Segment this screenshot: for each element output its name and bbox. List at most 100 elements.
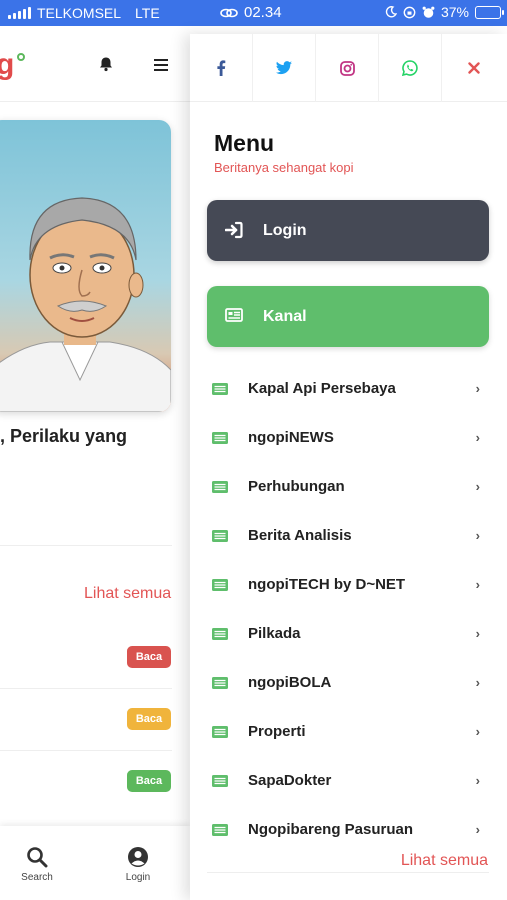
channel-item[interactable]: Berita Analisis ›: [190, 511, 507, 560]
channel-label: ngopiTECH by D~NET: [248, 576, 406, 593]
nav-login[interactable]: Login: [108, 846, 168, 883]
channel-item[interactable]: Ngopibareng Pasuruan ›: [190, 805, 507, 854]
chevron-right-icon: ›: [475, 479, 480, 494]
read-badge[interactable]: Baca: [127, 708, 171, 730]
newspaper-icon: [211, 676, 229, 694]
battery-percentage: 37%: [440, 4, 469, 20]
moon-icon: [385, 6, 397, 18]
read-badge[interactable]: Baca: [127, 770, 171, 792]
channel-item[interactable]: Properti ›: [190, 707, 507, 756]
kanal-button[interactable]: Kanal: [207, 286, 489, 347]
status-bar: TELKOMSEL LTE 02.34 37%: [0, 0, 507, 26]
channel-label: Properti: [248, 723, 306, 740]
close-icon: [467, 62, 480, 74]
channel-label: Pilkada: [248, 625, 301, 642]
chevron-right-icon: ›: [475, 675, 480, 690]
kanal-button-label: Kanal: [263, 307, 307, 325]
instagram-button[interactable]: [316, 34, 379, 102]
link-icon: [220, 8, 238, 17]
network-type: LTE: [135, 5, 160, 21]
channel-label: Berita Analisis: [248, 527, 352, 544]
logo[interactable]: g: [0, 48, 14, 82]
caricature-illustration: [0, 197, 171, 412]
channel-item[interactable]: Pilkada ›: [190, 609, 507, 658]
see-all-link[interactable]: Lihat semua: [84, 585, 171, 603]
side-drawer-menu: Menu Beritanya sehangat kopi Login Kanal…: [190, 34, 507, 900]
menu-title: Menu: [214, 130, 275, 156]
search-icon: [27, 847, 48, 868]
newspaper-icon: [211, 774, 229, 792]
channel-item[interactable]: SapaDokter ›: [190, 756, 507, 805]
status-bar-left: TELKOMSEL LTE: [8, 5, 160, 21]
nav-search-label: Search: [21, 872, 53, 883]
instagram-icon: [339, 60, 355, 76]
channel-item[interactable]: Perhubungan ›: [190, 462, 507, 511]
divider: [0, 688, 172, 689]
chevron-right-icon: ›: [475, 381, 480, 396]
logo-dot: [17, 53, 25, 61]
sign-in-icon: [224, 221, 243, 244]
newspaper-icon: [211, 823, 229, 841]
channel-label: Perhubungan: [248, 478, 345, 495]
newspaper-icon: [211, 382, 229, 400]
chevron-right-icon: ›: [475, 528, 480, 543]
user-circle-icon: [128, 847, 148, 867]
chevron-right-icon: ›: [475, 626, 480, 641]
login-button-label: Login: [263, 221, 307, 239]
newspaper-icon: [211, 529, 229, 547]
chevron-right-icon: ›: [475, 577, 480, 592]
whatsapp-icon: [402, 60, 418, 76]
newspaper-icon: [211, 480, 229, 498]
carrier-name: TELKOMSEL: [37, 5, 122, 21]
channel-list: Kapal Api Persebaya › ngopiNEWS › Perhub…: [190, 364, 507, 854]
signal-icon: [8, 7, 31, 19]
read-badge[interactable]: Baca: [127, 646, 171, 668]
status-bar-center: 02.34: [220, 4, 282, 21]
status-bar-right: 37%: [385, 4, 504, 20]
chevron-right-icon: ›: [475, 822, 480, 837]
twitter-icon: [276, 61, 292, 75]
divider: [0, 750, 172, 751]
battery-icon: [475, 5, 504, 19]
channel-label: SapaDokter: [248, 772, 332, 789]
chevron-right-icon: ›: [475, 430, 480, 445]
close-drawer-button[interactable]: [442, 34, 505, 102]
login-button[interactable]: Login: [207, 200, 489, 261]
channel-label: Kapal Api Persebaya: [248, 380, 396, 397]
newspaper-icon: [225, 307, 243, 328]
nav-search[interactable]: Search: [7, 846, 67, 883]
newspaper-icon: [211, 627, 229, 645]
chevron-right-icon: ›: [475, 773, 480, 788]
channel-item[interactable]: ngopiTECH by D~NET ›: [190, 560, 507, 609]
featured-image[interactable]: [0, 120, 171, 412]
menu-tagline: Beritanya sehangat kopi: [214, 160, 354, 175]
channel-label: ngopiBOLA: [248, 674, 332, 691]
hamburger-menu-icon[interactable]: [154, 59, 168, 74]
chevron-right-icon: ›: [475, 724, 480, 739]
rotation-lock-icon: [403, 6, 416, 18]
clock: 02.34: [244, 4, 282, 21]
divider: [0, 545, 172, 546]
channel-item[interactable]: Kapal Api Persebaya ›: [190, 364, 507, 413]
divider: [207, 872, 489, 873]
bottom-navigation: Search Login: [0, 826, 190, 900]
headline-text[interactable]: , Perilaku yang: [0, 426, 127, 447]
whatsapp-button[interactable]: [379, 34, 442, 102]
nav-login-label: Login: [125, 872, 151, 883]
alarm-icon: [422, 6, 435, 18]
channel-label: Ngopibareng Pasuruan: [248, 821, 414, 838]
background-page: g , Perilaku yang Lihat semua Baca Baca …: [0, 26, 190, 900]
see-all-channels-link[interactable]: Lihat semua: [401, 852, 488, 870]
app-header: g: [0, 26, 190, 102]
facebook-button[interactable]: [190, 34, 253, 102]
newspaper-icon: [211, 578, 229, 596]
newspaper-icon: [211, 431, 229, 449]
channel-item[interactable]: ngopiNEWS ›: [190, 413, 507, 462]
channel-label: ngopiNEWS: [248, 429, 334, 446]
bell-icon[interactable]: [98, 56, 114, 77]
social-bar: [190, 34, 507, 102]
twitter-button[interactable]: [253, 34, 316, 102]
facebook-icon: [217, 60, 226, 76]
newspaper-icon: [211, 725, 229, 743]
channel-item[interactable]: ngopiBOLA ›: [190, 658, 507, 707]
